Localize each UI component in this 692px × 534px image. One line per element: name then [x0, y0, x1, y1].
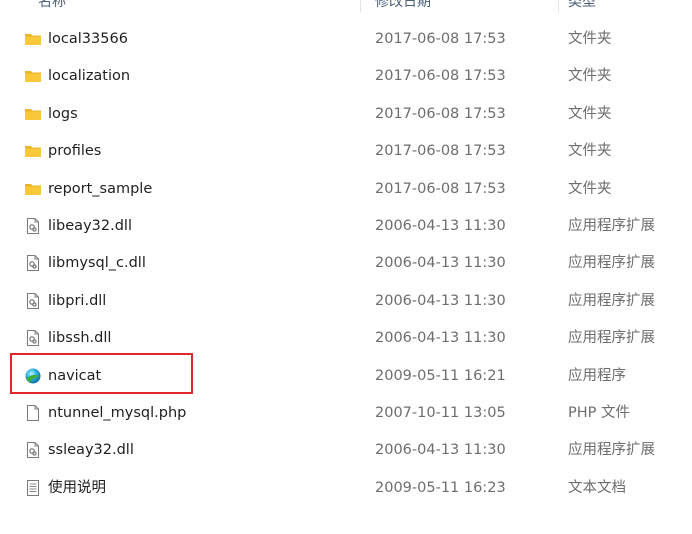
dll-file-icon — [24, 254, 42, 272]
file-row[interactable]: libeay32.dll 2006-04-13 11:30 应用程序扩展 — [0, 208, 692, 244]
file-modified-date: 2017-06-08 17:53 — [375, 143, 506, 160]
file-row[interactable]: ssleay32.dll 2006-04-13 11:30 应用程序扩展 — [0, 432, 692, 468]
file-type: 文件夹 — [568, 68, 612, 85]
file-name: ntunnel_mysql.php — [48, 405, 187, 421]
file-row[interactable]: libpri.dll 2006-04-13 11:30 应用程序扩展 — [0, 283, 692, 319]
file-row[interactable]: logs 2017-06-08 17:53 文件夹 — [0, 96, 692, 132]
file-name: ssleay32.dll — [48, 442, 134, 459]
file-row[interactable]: local33566 2017-06-08 17:53 文件夹 — [0, 21, 692, 57]
file-name: libpri.dll — [48, 292, 107, 309]
file-row[interactable]: localization 2017-06-08 17:53 文件夹 — [0, 58, 692, 94]
file-row[interactable]: report_sample 2017-06-08 17:53 文件夹 — [0, 171, 692, 207]
file-modified-date: 2017-06-08 17:53 — [375, 180, 506, 197]
file-row[interactable]: libmysql_c.dll 2006-04-13 11:30 应用程序扩展 — [0, 245, 692, 281]
file-type: 文件夹 — [568, 105, 612, 122]
file-modified-date: 2007-10-11 13:05 — [375, 405, 506, 421]
file-type: 应用程序扩展 — [568, 218, 655, 234]
file-modified-date: 2009-05-11 16:23 — [375, 479, 506, 496]
column-header-name[interactable]: 名称 — [38, 0, 66, 11]
blank-file-icon — [24, 404, 42, 422]
red-highlight-box — [10, 353, 193, 394]
file-type: 应用程序扩展 — [568, 255, 655, 272]
file-type: PHP 文件 — [568, 405, 631, 421]
file-modified-date: 2006-04-13 11:30 — [375, 442, 506, 459]
column-header-type[interactable]: 类型 — [568, 0, 596, 11]
file-type: 文件夹 — [568, 180, 612, 197]
file-modified-date: 2006-04-13 11:30 — [375, 255, 506, 272]
column-header: 名称 修改日期 类型 — [0, 0, 692, 12]
file-modified-date: 2009-05-11 16:21 — [375, 367, 506, 384]
file-name: logs — [48, 105, 78, 122]
file-row[interactable]: 使用说明 2009-05-11 16:23 文本文档 — [0, 470, 692, 506]
file-type: 文件夹 — [568, 31, 612, 47]
file-modified-date: 2017-06-08 17:53 — [375, 31, 506, 47]
file-modified-date: 2017-06-08 17:53 — [375, 105, 506, 122]
file-modified-date: 2006-04-13 11:30 — [375, 218, 506, 234]
folder-icon — [24, 142, 42, 160]
folder-icon — [24, 180, 42, 198]
file-name: libeay32.dll — [48, 218, 132, 234]
dll-file-icon — [24, 292, 42, 310]
dll-file-icon — [24, 441, 42, 459]
file-name: libssh.dll — [48, 330, 112, 347]
file-row[interactable]: ntunnel_mysql.php 2007-10-11 13:05 PHP 文件 — [0, 395, 692, 431]
column-divider[interactable] — [360, 0, 361, 12]
file-type: 文本文档 — [568, 479, 626, 496]
file-modified-date: 2017-06-08 17:53 — [375, 68, 506, 85]
folder-icon — [24, 105, 42, 123]
file-name: localization — [48, 68, 131, 85]
file-modified-date: 2006-04-13 11:30 — [375, 292, 506, 309]
file-name: local33566 — [48, 31, 128, 47]
file-type: 应用程序 — [568, 367, 626, 384]
folder-icon — [24, 30, 42, 48]
file-type: 应用程序扩展 — [568, 292, 655, 309]
file-row[interactable]: libssh.dll 2006-04-13 11:30 应用程序扩展 — [0, 320, 692, 356]
folder-icon — [24, 67, 42, 85]
file-name: 使用说明 — [48, 479, 106, 496]
file-name: profiles — [48, 143, 102, 160]
column-header-modified[interactable]: 修改日期 — [375, 0, 431, 11]
file-modified-date: 2006-04-13 11:30 — [375, 330, 506, 347]
file-name: libmysql_c.dll — [48, 255, 146, 272]
column-divider[interactable] — [558, 0, 559, 12]
text-file-icon — [24, 479, 42, 497]
file-row[interactable]: profiles 2017-06-08 17:53 文件夹 — [0, 133, 692, 169]
dll-file-icon — [24, 217, 42, 235]
file-type: 应用程序扩展 — [568, 330, 655, 347]
file-name: report_sample — [48, 180, 153, 197]
file-type: 应用程序扩展 — [568, 442, 655, 459]
file-type: 文件夹 — [568, 143, 612, 160]
dll-file-icon — [24, 329, 42, 347]
